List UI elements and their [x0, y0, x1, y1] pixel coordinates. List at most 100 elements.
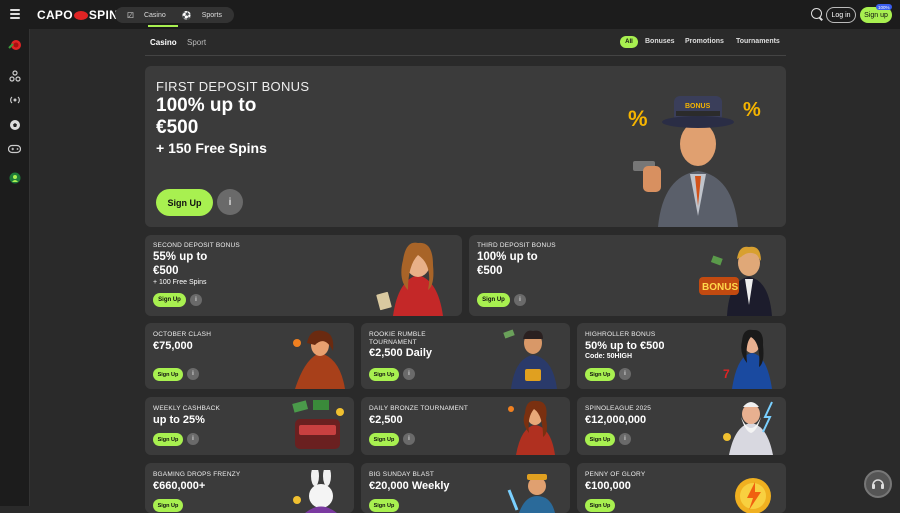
bonus-badge: 100% [876, 4, 892, 10]
lightning-coin-illustration [735, 478, 771, 513]
promo-card-daily-bronze: DAILY BRONZE TOURNAMENT €2,500 Sign Up i [361, 397, 570, 455]
fire-warrior-illustration [293, 330, 345, 389]
waiter-bonus-illustration: BONUS [699, 246, 772, 316]
card-headline: €20,000 Weekly [369, 480, 450, 492]
hero-line1: 100% up to [156, 95, 257, 116]
card-title: DAILY BRONZE TOURNAMENT [369, 405, 469, 412]
percent-left-text: % [628, 106, 648, 131]
card-signup-button[interactable]: Sign Up [585, 433, 615, 446]
card-signup-button[interactable]: Sign Up [369, 433, 399, 446]
support-chat-button[interactable] [864, 470, 892, 498]
card-signup-button[interactable]: Sign Up [153, 433, 183, 446]
businessman-cash-illustration [503, 329, 557, 389]
tab-active-indicator [148, 25, 178, 27]
card-title: BGAMING DROPS FRENZY [153, 471, 241, 478]
card-title: OCTOBER CLASH [153, 331, 212, 338]
promo-rose-icon[interactable] [7, 37, 23, 53]
bonus-sign-text: BONUS [702, 282, 738, 293]
cash-machine-illustration [292, 400, 344, 449]
nav-sports[interactable]: ⚽ Sports [174, 11, 230, 20]
card-signup-button[interactable]: Sign Up [477, 293, 510, 307]
card-info-icon[interactable]: i [514, 294, 526, 306]
top-nav: ⚂ Casino ⚽ Sports [115, 7, 234, 23]
card-info-icon[interactable]: i [619, 433, 631, 445]
promo-card-spinoleague: SPINOLEAGUE 2025 €12,000,000 Sign Up i [577, 397, 786, 455]
card-signup-button[interactable]: Sign Up [153, 293, 186, 307]
card-headline: €12,000,000 [585, 414, 647, 426]
logo-text-left: CAPO [37, 8, 73, 22]
card-headline: €75,000 [153, 340, 193, 352]
promo-card-highroller: HIGHROLLER BONUS 50% up to €500 Code: 50… [577, 323, 786, 389]
card-info-icon[interactable]: i [187, 433, 199, 445]
filter-bonuses[interactable]: Bonuses [645, 38, 675, 45]
card-title: SPINOLEAGUE 2025 [585, 405, 652, 412]
card-title: PENNY OF GLORY [585, 471, 646, 478]
hero-signup-button[interactable]: Sign Up [156, 189, 213, 216]
card-headline: €2,500 [369, 414, 403, 426]
logo-lips-icon [73, 10, 88, 20]
football-icon[interactable] [8, 118, 21, 131]
search-icon[interactable] [811, 8, 822, 19]
promo-card-october-clash: OCTOBER CLASH €75,000 Sign Up i [145, 323, 354, 389]
card-title: SECOND DEPOSIT BONUS [153, 242, 240, 249]
tab-sport[interactable]: Sport [187, 38, 206, 47]
dice-icon: ⚂ [127, 10, 134, 20]
lady-red-dress-illustration [376, 242, 443, 316]
card-headline: 50% up to €500 [585, 340, 665, 352]
card-headline: up to 25% [153, 414, 205, 426]
rabbit-illustration [293, 470, 337, 513]
top-bar: CAPO SPIN ⚂ Casino ⚽ Sports Log in Sign up… [0, 0, 900, 29]
fisherman-illustration [507, 474, 555, 513]
card-title: HIGHROLLER BONUS [585, 331, 656, 338]
promo-card-weekly-cashback: WEEKLY CASHBACK up to 25% Sign Up i [145, 397, 354, 455]
gangster-illustration: % % BONUS [628, 96, 761, 227]
support-agent-icon[interactable] [8, 171, 21, 184]
tab-casino[interactable]: Casino [150, 38, 177, 47]
ball-icon: ⚽ [181, 10, 192, 20]
hero-line3: + 150 Free Spins [156, 140, 267, 156]
nav-casino[interactable]: ⚂ Casino [119, 11, 174, 20]
card-info-icon[interactable]: i [190, 294, 202, 306]
headset-icon [872, 479, 884, 489]
card-signup-button[interactable]: Sign Up [585, 368, 615, 381]
card-signup-button[interactable]: Sign Up [369, 368, 399, 381]
card-headline-2: €500 [477, 265, 503, 277]
card-title: WEEKLY CASHBACK [153, 405, 221, 412]
card-title: BIG SUNDAY BLAST [369, 471, 435, 478]
nav-casino-label: Casino [143, 11, 166, 19]
hamburger-menu-icon[interactable] [10, 9, 20, 19]
card-info-icon[interactable]: i [619, 368, 631, 380]
warrior-woman-illustration [508, 400, 555, 455]
card-headline: €2,500 Daily [369, 347, 432, 359]
card-code: Code: 50HIGH [585, 353, 633, 360]
login-button[interactable]: Log in [826, 7, 856, 23]
nav-sports-label: Sports [201, 11, 222, 19]
hero-title: FIRST DEPOSIT BONUS [156, 79, 310, 94]
card-info-icon[interactable]: i [403, 368, 415, 380]
card-title: ROOKIE RUMBLE TOURNAMENT [369, 331, 426, 346]
promo-card-second-deposit: SECOND DEPOSIT BONUS 55% up to €500 + 10… [145, 235, 462, 316]
promo-card-third-deposit: THIRD DEPOSIT BONUS 100% up to €500 Sign… [469, 235, 786, 316]
card-subtext: + 100 Free Spins [153, 279, 207, 286]
card-info-icon[interactable]: i [187, 368, 199, 380]
percent-right-text: % [743, 99, 761, 121]
lady-blue-dress-illustration: 7 [723, 329, 772, 389]
filter-tournaments[interactable]: Tournaments [736, 38, 780, 45]
zeus-illustration [723, 401, 773, 455]
hero-line2: €500 [156, 117, 199, 138]
hero-info-icon[interactable]: i [217, 189, 243, 215]
gamepad-icon[interactable] [8, 142, 21, 155]
card-headline-1: 55% up to [153, 251, 208, 263]
seven-symbol: 7 [723, 367, 730, 381]
card-headline-1: 100% up to [477, 251, 538, 263]
logo[interactable]: CAPO SPIN [37, 8, 118, 22]
hat-label-text: BONUS [685, 103, 711, 110]
live-broadcast-icon[interactable] [8, 93, 21, 106]
card-headline: €100,000 [585, 480, 631, 492]
card-signup-button[interactable]: Sign Up [153, 368, 183, 381]
slots-icon[interactable] [8, 69, 21, 82]
filter-promotions[interactable]: Promotions [685, 38, 724, 45]
card-info-icon[interactable]: i [403, 433, 415, 445]
filter-all[interactable]: All [620, 36, 638, 48]
logo-text-right: SPIN [88, 8, 119, 22]
